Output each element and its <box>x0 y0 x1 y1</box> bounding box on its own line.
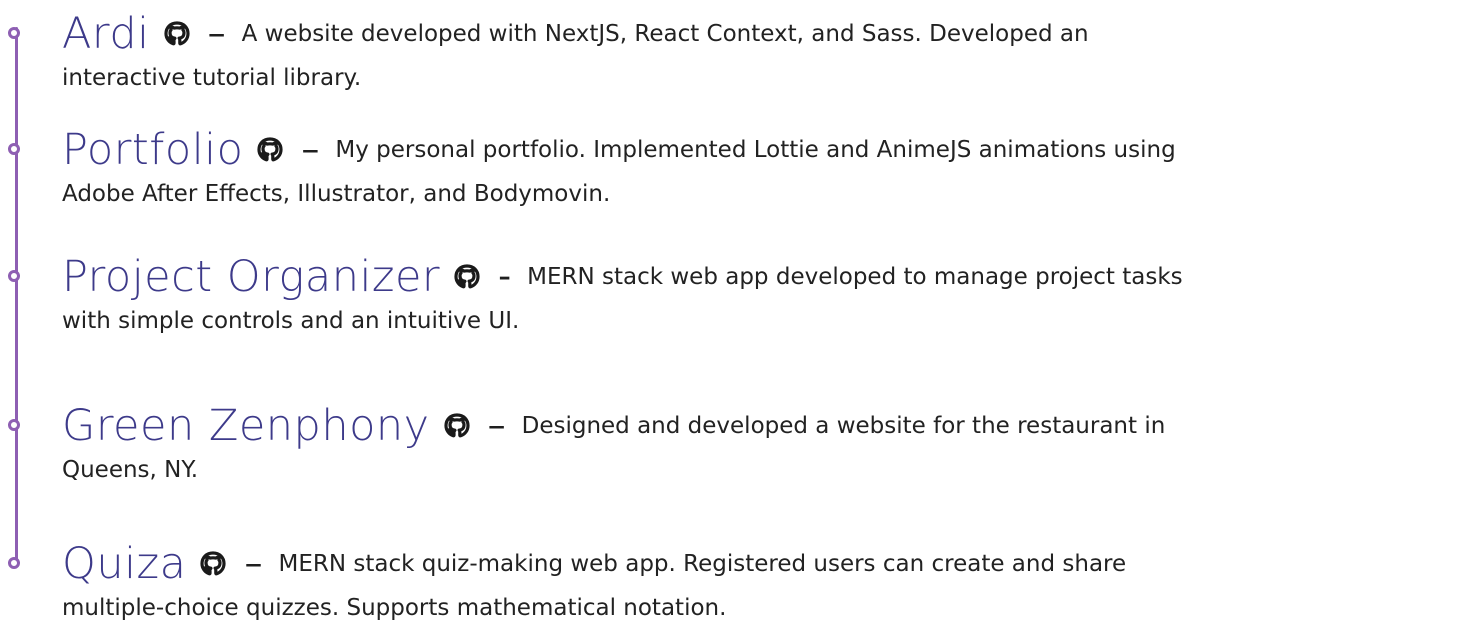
project-entry: Quiza – MERN stack quiz-making web app. … <box>62 532 1457 626</box>
project-name[interactable]: Quiza <box>62 532 186 596</box>
project-entry: Ardi – A website developed with NextJS, … <box>62 2 1457 96</box>
project-entry: Green Zenphony – Designed and developed … <box>62 394 1457 488</box>
github-icon[interactable] <box>257 137 284 163</box>
project-description-line1: MERN stack web app developed to manage p… <box>527 264 1183 290</box>
timeline-bullet <box>8 143 20 155</box>
timeline-bullet <box>8 27 20 39</box>
project-description-line1: A website developed with NextJS, React C… <box>241 21 1089 47</box>
dash-separator: – <box>487 405 506 446</box>
timeline-line <box>15 27 18 567</box>
github-icon[interactable] <box>200 551 227 577</box>
github-icon[interactable] <box>163 21 190 47</box>
dash-separator: – <box>301 129 320 170</box>
dash-separator: – <box>244 543 263 584</box>
project-entry: Project Organizer - MERN stack web app d… <box>62 245 1457 339</box>
timeline-bullet <box>8 557 20 569</box>
project-name[interactable]: Portfolio <box>62 118 243 182</box>
project-description-line1: My personal portfolio. Implemented Lotti… <box>335 137 1176 163</box>
github-icon[interactable] <box>444 413 470 439</box>
project-entry: Portfolio – My personal portfolio. Imple… <box>62 118 1457 212</box>
project-description-line1: MERN stack quiz-making web app. Register… <box>278 551 1127 577</box>
timeline-bullet <box>8 419 20 431</box>
project-description-line1: Designed and developed a website for the… <box>521 413 1166 439</box>
dash-separator: – <box>207 13 226 54</box>
project-name[interactable]: Project Organizer <box>62 245 440 309</box>
timeline-bullet <box>8 270 20 282</box>
github-icon[interactable] <box>454 264 480 290</box>
project-name[interactable]: Green Zenphony <box>62 394 430 458</box>
dash-separator: - <box>498 256 512 297</box>
project-name[interactable]: Ardi <box>62 2 150 66</box>
